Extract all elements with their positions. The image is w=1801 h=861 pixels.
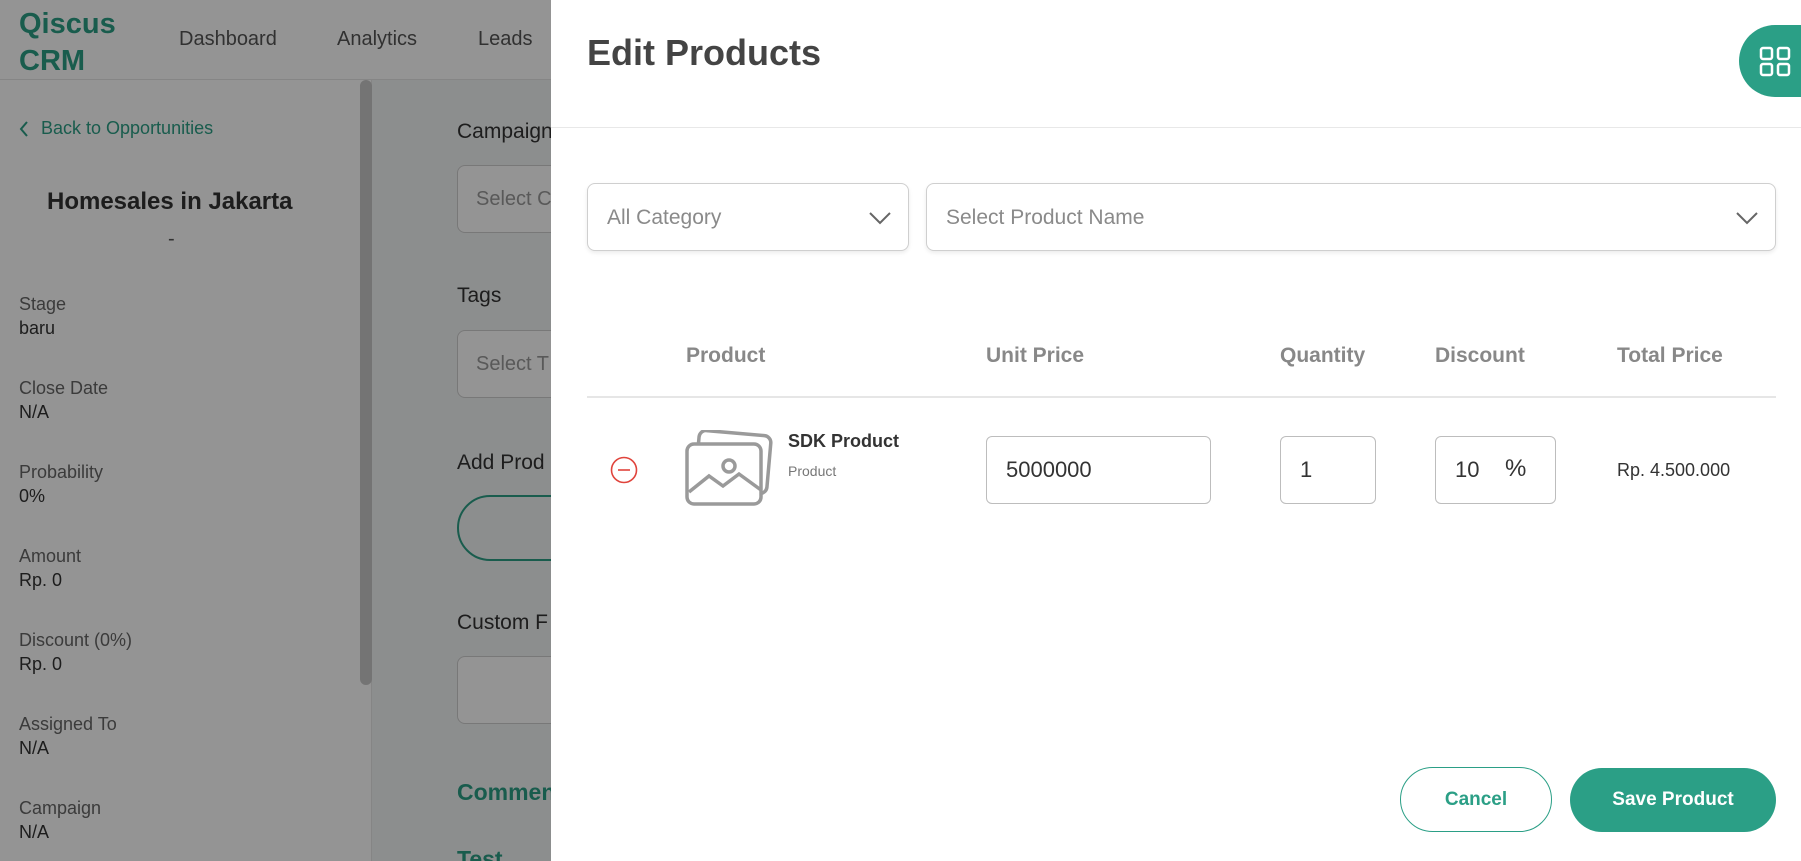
apps-launcher-button[interactable] xyxy=(1739,25,1801,97)
discount-input[interactable] xyxy=(1435,436,1556,504)
header-total-price: Total Price xyxy=(1617,344,1723,367)
table-header-divider xyxy=(587,396,1776,398)
product-category: Product xyxy=(788,463,837,479)
cancel-button[interactable]: Cancel xyxy=(1400,767,1552,832)
drawer-header: Edit Products xyxy=(551,0,1801,128)
header-quantity: Quantity xyxy=(1280,344,1366,367)
header-product: Product xyxy=(686,344,766,367)
drawer-title: Edit Products xyxy=(587,32,822,73)
chevron-down-icon xyxy=(1736,212,1758,225)
header-discount: Discount xyxy=(1435,344,1525,367)
discount-unit: % xyxy=(1505,455,1527,482)
grid-apps-icon xyxy=(1759,46,1791,77)
unit-price-input[interactable] xyxy=(986,436,1211,504)
category-select-placeholder: All Category xyxy=(607,206,722,229)
chevron-down-icon xyxy=(869,212,891,225)
product-name-placeholder: Select Product Name xyxy=(946,206,1145,229)
remove-product-icon[interactable] xyxy=(610,456,638,484)
product-image-placeholder-icon xyxy=(685,430,773,506)
header-unit-price: Unit Price xyxy=(986,344,1085,367)
category-select[interactable]: All Category xyxy=(587,183,909,251)
product-name-select[interactable]: Select Product Name xyxy=(926,183,1776,251)
edit-products-drawer: Edit Products All Category Select Produc… xyxy=(551,0,1801,861)
total-price: Rp. 4.500.000 xyxy=(1617,460,1731,480)
save-product-button[interactable]: Save Product xyxy=(1570,768,1776,832)
quantity-input[interactable] xyxy=(1280,436,1376,504)
product-name: SDK Product xyxy=(788,431,900,451)
